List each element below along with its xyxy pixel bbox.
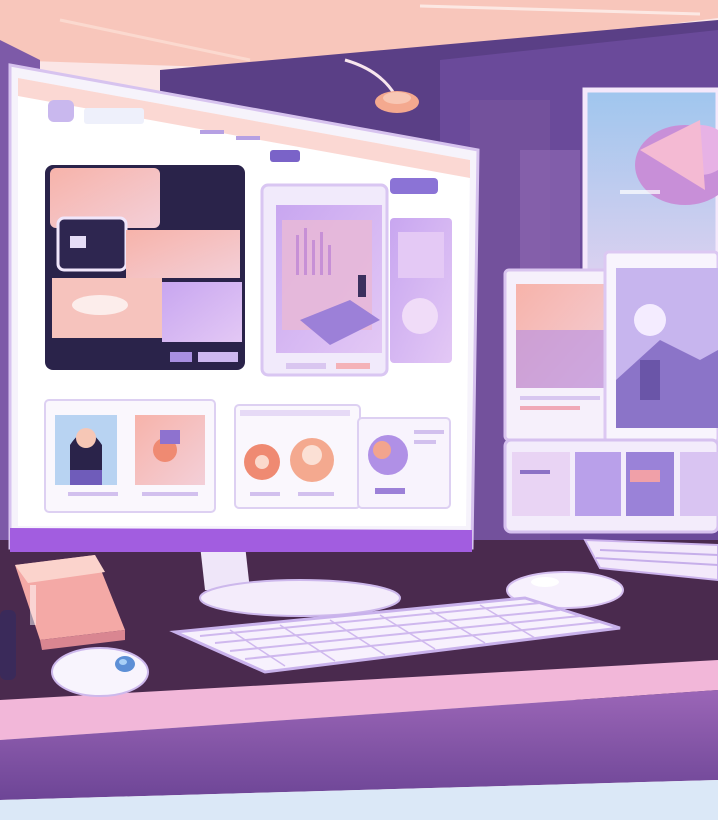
secondary-monitors bbox=[503, 250, 718, 534]
illustration-scene bbox=[0, 0, 718, 820]
mouse-icon bbox=[51, 647, 149, 697]
main-monitor bbox=[8, 63, 480, 617]
